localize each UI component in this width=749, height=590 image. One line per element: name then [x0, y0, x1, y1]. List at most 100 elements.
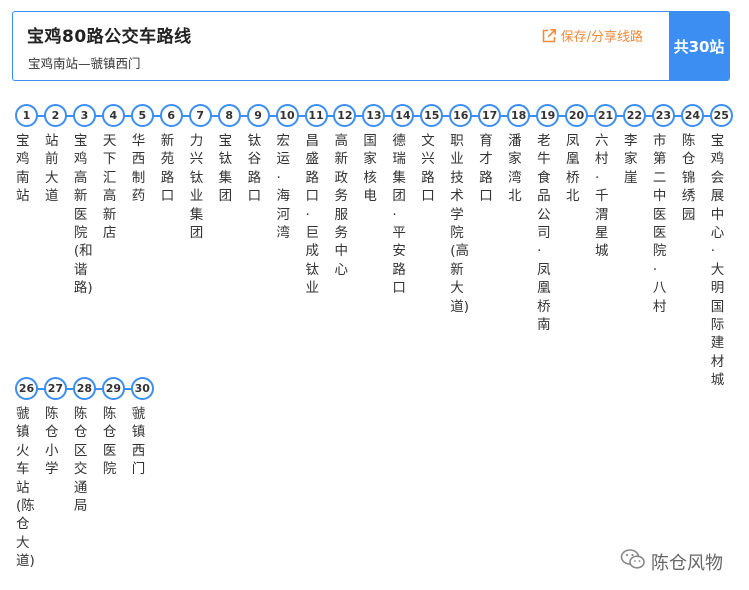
stop-number-badge: 19	[536, 104, 560, 127]
stop-number-badge: 1	[15, 104, 38, 127]
stop-name: 育才路口	[479, 133, 493, 205]
stop-name: 德瑞集团·平安路口	[392, 133, 406, 297]
stop-name: 新苑路口	[160, 133, 175, 205]
stop-number-badge: 22	[622, 104, 646, 127]
bus-stop-item[interactable]: 24 陈仓锦绣园	[678, 104, 707, 224]
watermark-label: 陈仓风物	[651, 552, 723, 574]
stop-number-badge: 4	[101, 104, 125, 127]
bus-stop-item[interactable]: 22 李家崖	[620, 104, 649, 187]
stop-number-badge: 13	[362, 104, 386, 127]
stop-name: 陈仓锦绣园	[681, 133, 696, 223]
stop-number-badge: 2	[43, 104, 67, 127]
bus-stop-item[interactable]: 11 昌盛路口·巨成钛业	[302, 104, 331, 298]
stop-number-badge: 10	[275, 104, 299, 127]
bus-stop-item[interactable]: 3 宝鸡高新医院(和谐路)	[70, 104, 99, 298]
stop-number-badge: 12	[333, 104, 357, 127]
bus-stop-item[interactable]: 23 市第二中医医院·八村	[649, 104, 678, 316]
stop-number-badge: 6	[159, 104, 183, 127]
stop-number-badge: 29	[101, 377, 125, 400]
stop-name: 陈仓医院	[102, 406, 117, 478]
route-header: 宝鸡80路公交车路线 宝鸡南站—虢镇西门 保存/分享线路 共30站	[12, 11, 730, 81]
bus-stop-item[interactable]: 9 钛谷路口	[244, 104, 273, 206]
save-share-button[interactable]: 保存/分享线路	[541, 26, 643, 45]
stop-name: 陈仓小学	[44, 406, 59, 478]
bus-stop-item[interactable]: 16 职业技术学院(高新大道)	[446, 104, 475, 316]
stop-name: 华西制药	[131, 133, 146, 205]
stop-name: 陈仓区交通局	[73, 406, 88, 515]
bus-stop-item[interactable]: 17 育才路口	[475, 104, 504, 206]
stop-number-badge: 23	[651, 104, 675, 127]
stop-name: 高新政务服务中心	[334, 133, 348, 278]
bus-stop-item[interactable]: 28 陈仓区交通局	[70, 377, 99, 515]
stop-name: 力兴钛业集团	[189, 133, 204, 242]
stop-name: 虢镇火车站(陈仓大道)	[16, 406, 35, 570]
stop-name: 钛谷路口	[247, 133, 262, 205]
bus-stop-item[interactable]: 25 宝鸡会展中心·大明国际建材城	[707, 104, 736, 390]
bus-stop-item[interactable]: 6 新苑路口	[157, 104, 186, 206]
bus-stop-item[interactable]: 27 陈仓小学	[41, 377, 70, 479]
bus-stop-item[interactable]: 5 华西制药	[128, 104, 157, 206]
stop-number-badge: 15	[420, 104, 444, 127]
bus-stop-item[interactable]: 13 国家核电	[359, 104, 388, 206]
stop-number-badge: 24	[680, 104, 704, 127]
stop-name: 六村·千渭星城	[595, 133, 609, 260]
stop-name: 昌盛路口·巨成钛业	[305, 133, 320, 297]
bus-stop-item[interactable]: 2 站前大道	[41, 104, 70, 206]
stop-number-badge: 8	[217, 104, 241, 127]
save-share-label: 保存/分享线路	[560, 30, 643, 45]
stop-number-badge: 7	[188, 104, 212, 127]
stop-name: 宏运·海河湾	[276, 133, 291, 242]
bus-stop-item[interactable]: 29 陈仓医院	[99, 377, 128, 479]
stop-name: 市第二中医医院·八村	[652, 133, 667, 315]
stop-name: 虢镇西门	[131, 406, 146, 478]
bus-stop-item[interactable]: 15 文兴路口	[417, 104, 446, 206]
stop-name: 宝鸡南站	[16, 133, 30, 205]
stop-name: 宝钛集团	[218, 133, 233, 205]
watermark: 陈仓风物	[620, 548, 723, 575]
bus-stop-item[interactable]: 4 天下汇高新店	[99, 104, 128, 242]
bus-stop-item[interactable]: 30 虢镇西门	[128, 377, 157, 479]
stop-name: 潘家湾北	[508, 133, 522, 205]
stop-number-badge: 16	[449, 104, 473, 127]
stop-number-badge: 30	[130, 377, 154, 400]
stop-name: 凤凰桥北	[566, 133, 580, 205]
stop-number-badge: 20	[565, 104, 589, 127]
bus-stop-item[interactable]: 20 凤凰桥北	[562, 104, 591, 206]
stop-number-badge: 14	[391, 104, 415, 127]
stop-name: 天下汇高新店	[102, 133, 117, 242]
stop-list: 1 宝鸡南站 2 站前大道 3 宝鸡高新医院(和谐路) 4 天下汇高新店 5 华西制药 6 新苑路口 7…	[0, 0, 749, 590]
stop-count-badge: 共30站	[669, 12, 729, 80]
bus-stop-item[interactable]: 14 德瑞集团·平安路口	[388, 104, 417, 298]
bus-stop-item[interactable]: 18 潘家湾北	[504, 104, 533, 206]
stop-name: 李家崖	[623, 133, 638, 186]
stop-name: 站前大道	[44, 133, 59, 205]
bus-stop-item[interactable]: 7 力兴钛业集团	[186, 104, 215, 242]
stop-number-badge: 26	[15, 377, 38, 400]
stop-name: 老牛食品公司·凤凰桥南	[537, 133, 551, 334]
stop-number-badge: 5	[130, 104, 154, 127]
bus-stop-item[interactable]: 10 宏运·海河湾	[273, 104, 302, 242]
bus-stop-item[interactable]: 19 老牛食品公司·凤凰桥南	[533, 104, 562, 334]
page-title: 宝鸡80路公交车路线	[27, 27, 192, 47]
bus-stop-item[interactable]: 1 宝鸡南站	[12, 104, 41, 206]
stop-name: 宝鸡高新医院(和谐路)	[73, 133, 93, 297]
share-icon	[541, 28, 557, 44]
stop-name: 国家核电	[363, 133, 377, 205]
stop-number-badge: 11	[304, 104, 328, 127]
stop-name: 宝鸡会展中心·大明国际建材城	[710, 133, 725, 389]
bus-stop-item[interactable]: 26 虢镇火车站(陈仓大道)	[12, 377, 41, 571]
stop-name: 职业技术学院(高新大道)	[450, 133, 470, 315]
stop-number-badge: 27	[43, 377, 67, 400]
stop-number-badge: 21	[594, 104, 617, 127]
stop-name: 文兴路口	[421, 133, 435, 205]
wechat-icon	[620, 548, 646, 575]
stop-number-badge: 9	[246, 104, 270, 127]
stop-number-badge: 3	[72, 104, 96, 127]
stop-number-badge: 18	[507, 104, 531, 127]
bus-stop-item[interactable]: 21 六村·千渭星城	[591, 104, 620, 261]
bus-stop-item[interactable]: 12 高新政务服务中心	[330, 104, 359, 279]
stop-count-label: 共30站	[673, 37, 725, 56]
bus-stop-item[interactable]: 8 宝钛集团	[215, 104, 244, 206]
stop-number-badge: 28	[72, 377, 96, 400]
stop-number-badge: 25	[709, 104, 733, 127]
